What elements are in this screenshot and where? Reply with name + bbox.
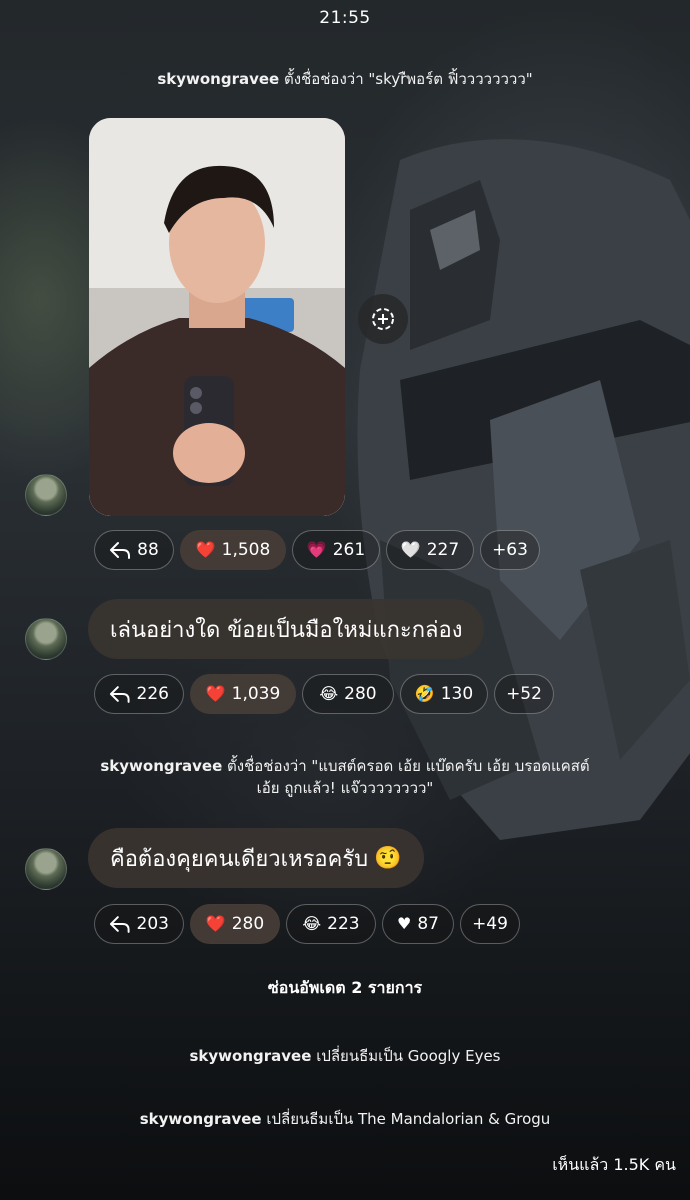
reply-reaction-pill[interactable]: 226 — [94, 674, 184, 714]
white-heart-reaction-pill[interactable]: 🤍 227 — [386, 530, 474, 570]
avatar[interactable] — [25, 474, 67, 516]
sparkling-heart-emoji-icon: 💗 — [306, 540, 327, 559]
white-heart-reaction-pill[interactable]: ♥ 87 — [382, 904, 454, 944]
reaction-count: 261 — [332, 540, 366, 560]
reaction-count: 88 — [137, 540, 159, 560]
system-message-user[interactable]: skywongravee — [100, 757, 222, 775]
system-message-text: ตั้งชื่อช่องว่า "skyrืพอร์ต ฟิ้วววววววว" — [284, 70, 533, 88]
reply-icon — [109, 686, 130, 703]
red-heart-emoji-icon: ❤️ — [205, 684, 226, 703]
system-message-user[interactable]: skywongravee — [157, 70, 279, 88]
reaction-count: 223 — [327, 914, 360, 934]
sparkling-heart-reaction-pill[interactable]: 💗 261 — [292, 530, 380, 570]
system-message: skywongravee เปลี่ยนธีมเป็น Googly Eyes — [20, 1045, 670, 1067]
more-reactions-pill[interactable]: +52 — [494, 674, 554, 714]
joy-emoji-icon: 😂 — [319, 684, 339, 703]
red-heart-reaction-pill[interactable]: ❤️ 1,039 — [190, 674, 296, 714]
reaction-count: 203 — [136, 914, 169, 934]
system-message: skywongravee ตั้งชื่อช่องว่า "แบสต์ครอด … — [20, 755, 670, 799]
avatar[interactable] — [25, 618, 67, 660]
system-message-text: เปลี่ยนธีมเป็น The Mandalorian & Grogu — [266, 1110, 551, 1128]
reaction-bar: 88 ❤️ 1,508 💗 261 🤍 227 +63 — [94, 530, 540, 570]
joy-reaction-pill[interactable]: 😂 223 — [286, 904, 376, 944]
message-text: เล่นอย่างใด ข้อยเป็นมือใหม่แกะกล่อง — [110, 617, 463, 643]
joy-emoji-icon: 😂 — [302, 914, 322, 933]
status-bar-time: 21:55 — [319, 8, 371, 28]
reply-reaction-pill[interactable]: 203 — [94, 904, 184, 944]
rofl-reaction-pill[interactable]: 🤣 130 — [400, 674, 488, 714]
system-message-text-line2: เอ้ย ถูกแล้ว! แจ๊วววววววว" — [256, 779, 434, 797]
reaction-count: 1,508 — [221, 540, 271, 560]
reply-icon — [110, 542, 131, 559]
add-reaction-button[interactable] — [358, 294, 408, 344]
rofl-emoji-icon: 🤣 — [414, 684, 435, 703]
raised-eyebrow-emoji-icon: 🤨 — [374, 845, 402, 871]
reaction-bar: 226 ❤️ 1,039 😂 280 🤣 130 +52 — [94, 674, 554, 714]
reaction-count: 87 — [417, 914, 439, 934]
red-heart-reaction-pill[interactable]: ❤️ 1,508 — [180, 530, 286, 570]
white-heart-emoji-icon: 🤍 — [400, 540, 421, 559]
reaction-bar: 203 ❤️ 280 😂 223 ♥ 87 +49 — [94, 904, 520, 944]
message-text: คือต้องคุยคนเดียวเหรอครับ — [110, 846, 369, 872]
hidden-updates-link[interactable]: ซ่อนอัพเดต 2 รายการ — [0, 976, 690, 1001]
reaction-count: 130 — [440, 684, 474, 704]
message-bubble[interactable]: เล่นอย่างใด ข้อยเป็นมือใหม่แกะกล่อง — [88, 599, 485, 659]
system-message: skywongravee ตั้งชื่อช่องว่า "skyrืพอร์ต… — [20, 68, 670, 90]
reaction-count: 227 — [426, 540, 460, 560]
system-message-text: ตั้งชื่อช่องว่า "แบสต์ครอด เอ้ย แบ๊ดครับ… — [227, 757, 590, 775]
message-bubble[interactable]: คือต้องคุยคนเดียวเหรอครับ 🤨 — [88, 828, 424, 888]
reply-icon — [109, 916, 130, 933]
reaction-count: 280 — [231, 914, 265, 934]
reaction-count: 280 — [344, 684, 377, 704]
white-heart-emoji-icon: ♥ — [397, 914, 412, 933]
red-heart-emoji-icon: ❤️ — [205, 914, 226, 933]
avatar[interactable] — [25, 848, 67, 890]
joy-reaction-pill[interactable]: 😂 280 — [302, 674, 394, 714]
selfie-photo-image — [89, 118, 345, 516]
system-message: skywongravee เปลี่ยนธีมเป็น The Mandalor… — [20, 1108, 670, 1130]
system-message-user[interactable]: skywongravee — [140, 1110, 262, 1128]
red-heart-emoji-icon: ❤️ — [195, 540, 216, 559]
more-reactions-pill[interactable]: +49 — [460, 904, 520, 944]
system-message-text: เปลี่ยนธีมเป็น Googly Eyes — [316, 1047, 501, 1065]
system-message-user[interactable]: skywongravee — [190, 1047, 312, 1065]
mandalorian-theme-art — [357, 139, 690, 840]
reaction-count: 1,039 — [231, 684, 281, 704]
shared-photo[interactable] — [89, 118, 345, 516]
more-reactions-count: +52 — [506, 684, 542, 704]
more-reactions-count: +63 — [492, 540, 528, 560]
more-reactions-pill[interactable]: +63 — [480, 530, 540, 570]
reply-reaction-pill[interactable]: 88 — [94, 530, 174, 570]
more-reactions-count: +49 — [472, 914, 508, 934]
add-circle-icon — [372, 308, 394, 330]
reaction-count: 226 — [136, 684, 169, 704]
seen-by-count[interactable]: เห็นแล้ว 1.5K คน — [552, 1153, 676, 1178]
red-heart-reaction-pill[interactable]: ❤️ 280 — [190, 904, 280, 944]
